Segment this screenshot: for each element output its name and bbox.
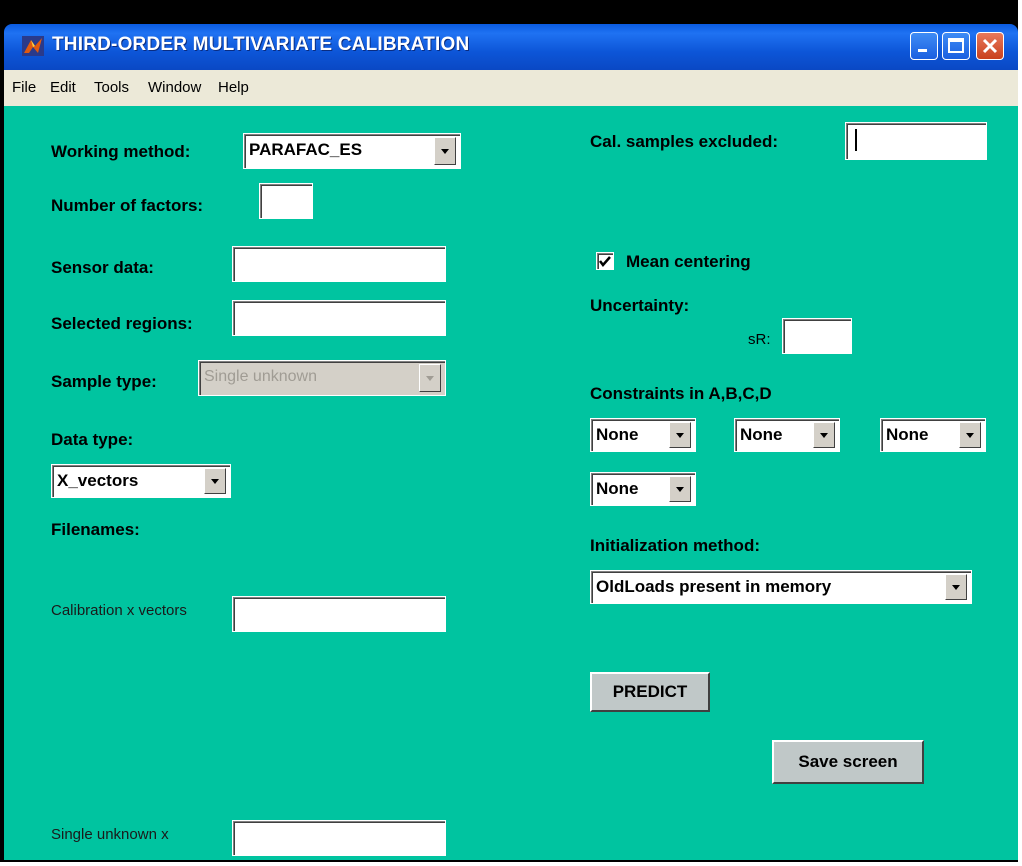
calibration-field[interactable] — [232, 596, 446, 632]
mean-centering-checkbox[interactable] — [596, 252, 614, 270]
selected-regions-label: Selected regions: — [51, 314, 193, 333]
minimize-icon — [918, 49, 927, 52]
sample-type-select[interactable]: Single unknown — [198, 360, 446, 396]
chevron-down-icon — [419, 364, 441, 392]
close-button[interactable] — [976, 32, 1004, 60]
menu-window[interactable]: Window — [148, 79, 201, 96]
uncertainty-label: Uncertainty: — [590, 296, 690, 315]
save-screen-button[interactable]: Save screen — [772, 740, 924, 784]
cal-excluded-field[interactable] — [845, 122, 987, 160]
constraints-label: Constraints in A,B,C,D — [590, 384, 772, 403]
data-type-label: Data type: — [51, 430, 134, 449]
sensor-data-field[interactable] — [232, 246, 446, 282]
chevron-down-icon — [959, 422, 981, 448]
working-method-select[interactable]: PARAFAC_ES — [243, 133, 461, 169]
cal-excluded-label: Cal. samples excluded: — [590, 132, 779, 151]
constraint-a-select[interactable]: None — [590, 418, 696, 452]
single-unknown-field[interactable] — [232, 820, 446, 856]
calibration-label: Calibration x vectors — [51, 602, 187, 619]
title-bar[interactable]: THIRD-ORDER MULTIVARIATE CALIBRATION — [4, 24, 1018, 70]
sr-label: sR: — [748, 331, 771, 348]
working-method-value: PARAFAC_ES — [249, 140, 363, 159]
data-type-value: X_vectors — [57, 471, 139, 490]
menu-edit[interactable]: Edit — [50, 79, 76, 96]
predict-button[interactable]: PREDICT — [590, 672, 710, 712]
maximize-button[interactable] — [942, 32, 970, 60]
constraint-c-select[interactable]: None — [880, 418, 986, 452]
init-method-label: Initialization method: — [590, 536, 760, 555]
minimize-button[interactable] — [910, 32, 938, 60]
menu-bar: File Edit Tools Window Help — [4, 70, 1018, 106]
num-factors-field[interactable] — [259, 183, 313, 219]
chevron-down-icon — [945, 574, 967, 600]
sample-type-value: Single unknown — [204, 368, 317, 385]
constraint-d-select[interactable]: None — [590, 472, 696, 506]
sr-field[interactable] — [782, 318, 852, 354]
data-type-select[interactable]: X_vectors — [51, 464, 231, 498]
constraint-b-select[interactable]: None — [734, 418, 840, 452]
sensor-data-label: Sensor data: — [51, 258, 154, 277]
figure-panel: Working method: PARAFAC_ES Number of fac… — [4, 106, 1018, 860]
constraint-a-value: None — [596, 425, 639, 444]
chevron-down-icon — [669, 476, 691, 502]
maximize-icon — [948, 38, 964, 53]
chevron-down-icon — [434, 137, 456, 165]
window-title: THIRD-ORDER MULTIVARIATE CALIBRATION — [52, 34, 470, 55]
menu-help[interactable]: Help — [218, 79, 249, 96]
menu-file[interactable]: File — [12, 79, 36, 96]
menu-tools[interactable]: Tools — [94, 79, 129, 96]
application-window: THIRD-ORDER MULTIVARIATE CALIBRATION Fil… — [0, 0, 1018, 862]
single-unknown-label: Single unknown x — [51, 826, 169, 843]
sample-type-label: Sample type: — [51, 372, 157, 391]
working-method-label: Working method: — [51, 142, 191, 161]
constraint-b-value: None — [740, 425, 783, 444]
init-method-select[interactable]: OldLoads present in memory — [590, 570, 972, 604]
selected-regions-field[interactable] — [232, 300, 446, 336]
chevron-down-icon — [669, 422, 691, 448]
checkmark-icon — [599, 256, 611, 267]
num-factors-label: Number of factors: — [51, 196, 204, 215]
constraint-d-value: None — [596, 479, 639, 498]
chevron-down-icon — [813, 422, 835, 448]
chevron-down-icon — [204, 468, 226, 494]
matlab-icon — [22, 36, 44, 56]
init-method-value: OldLoads present in memory — [596, 577, 832, 596]
mean-centering-label: Mean centering — [626, 252, 751, 271]
close-icon — [982, 38, 998, 54]
filenames-label: Filenames: — [51, 520, 140, 539]
constraint-c-value: None — [886, 425, 929, 444]
